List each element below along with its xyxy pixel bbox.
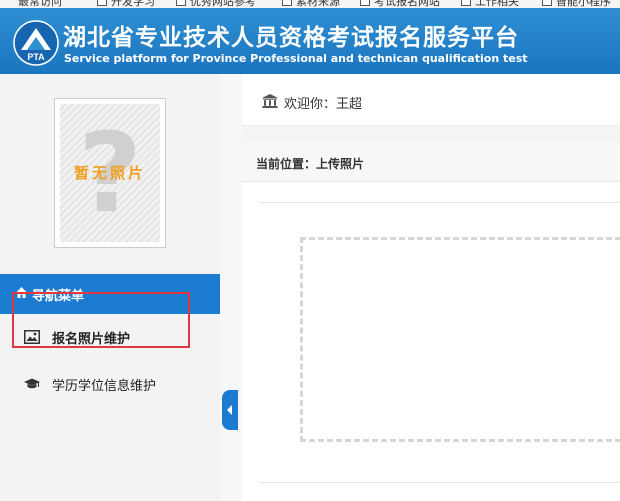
- bookmark-item[interactable]: 优秀网站参考: [190, 0, 256, 8]
- breadcrumb-text: 当前位置：上传照片: [256, 157, 365, 171]
- main-content: [242, 182, 620, 501]
- bookmark-item[interactable]: 最常访问: [18, 0, 62, 8]
- photo-upload-dropzone[interactable]: [300, 237, 620, 442]
- bookmark-item[interactable]: 考试报名网站: [374, 0, 440, 8]
- nav-menu-header: 导航菜单: [0, 274, 220, 314]
- logo-text: PTA: [27, 52, 45, 62]
- bookmark-item[interactable]: 素材来源: [296, 0, 340, 8]
- pta-logo: PTA: [13, 20, 59, 66]
- sidebar-item-label: 报名照片维护: [52, 332, 131, 347]
- bookmarks-bar: 最常访问 开发学习 优秀网站参考 素材来源 考试报名网站 工作相关 智能小程序: [0, 0, 620, 8]
- bank-icon: [262, 94, 278, 108]
- bookmark-folder-icon: [97, 0, 107, 6]
- divider-line: [260, 202, 620, 203]
- site-title: 湖北省专业技术人员资格考试报名服务平台: [63, 25, 519, 51]
- bookmark-item[interactable]: 智能小程序: [556, 0, 611, 8]
- nav-menu-title: 导航菜单: [32, 289, 85, 304]
- no-photo-label: 暂无照片: [73, 164, 146, 182]
- breadcrumb: 当前位置：上传照片: [242, 142, 620, 182]
- bookmark-folder-icon: [176, 0, 186, 6]
- top-bar: 欢迎你：王超: [242, 74, 620, 126]
- site-header: PTA 湖北省专业技术人员资格考试报名服务平台 Service platform…: [0, 8, 620, 74]
- bookmark-folder-icon: [360, 0, 370, 6]
- sidebar-item-label: 学历学位信息维护: [52, 379, 157, 394]
- bookmark-folder-icon: [542, 0, 552, 6]
- profile-photo: ? 暂无照片: [54, 98, 166, 248]
- bookmark-folder-icon: [282, 0, 292, 6]
- chevron-left-icon: [227, 405, 232, 415]
- sidebar-item-photo[interactable]: 报名照片维护: [0, 317, 220, 357]
- home-icon: [16, 287, 27, 298]
- sidebar-gutter: [220, 74, 242, 501]
- bookmark-folder-icon: [461, 0, 471, 6]
- graduation-cap-icon: [24, 378, 40, 389]
- sidebar: ? 暂无照片 导航菜单 报名照片维护 学历学位信息维护: [0, 74, 220, 501]
- sidebar-item-education[interactable]: 学历学位信息维护: [0, 364, 220, 404]
- photo-placeholder: ? 暂无照片: [60, 104, 160, 242]
- welcome-text: 欢迎你：王超: [284, 97, 363, 112]
- section-divider: [242, 126, 620, 142]
- bookmark-item[interactable]: 工作相关: [475, 0, 519, 8]
- divider-line: [260, 482, 620, 483]
- sidebar-collapse-button[interactable]: [222, 390, 238, 430]
- image-icon: [24, 330, 40, 344]
- site-subtitle: Service platform for Province Profession…: [64, 52, 528, 65]
- bookmark-item[interactable]: 开发学习: [111, 0, 155, 8]
